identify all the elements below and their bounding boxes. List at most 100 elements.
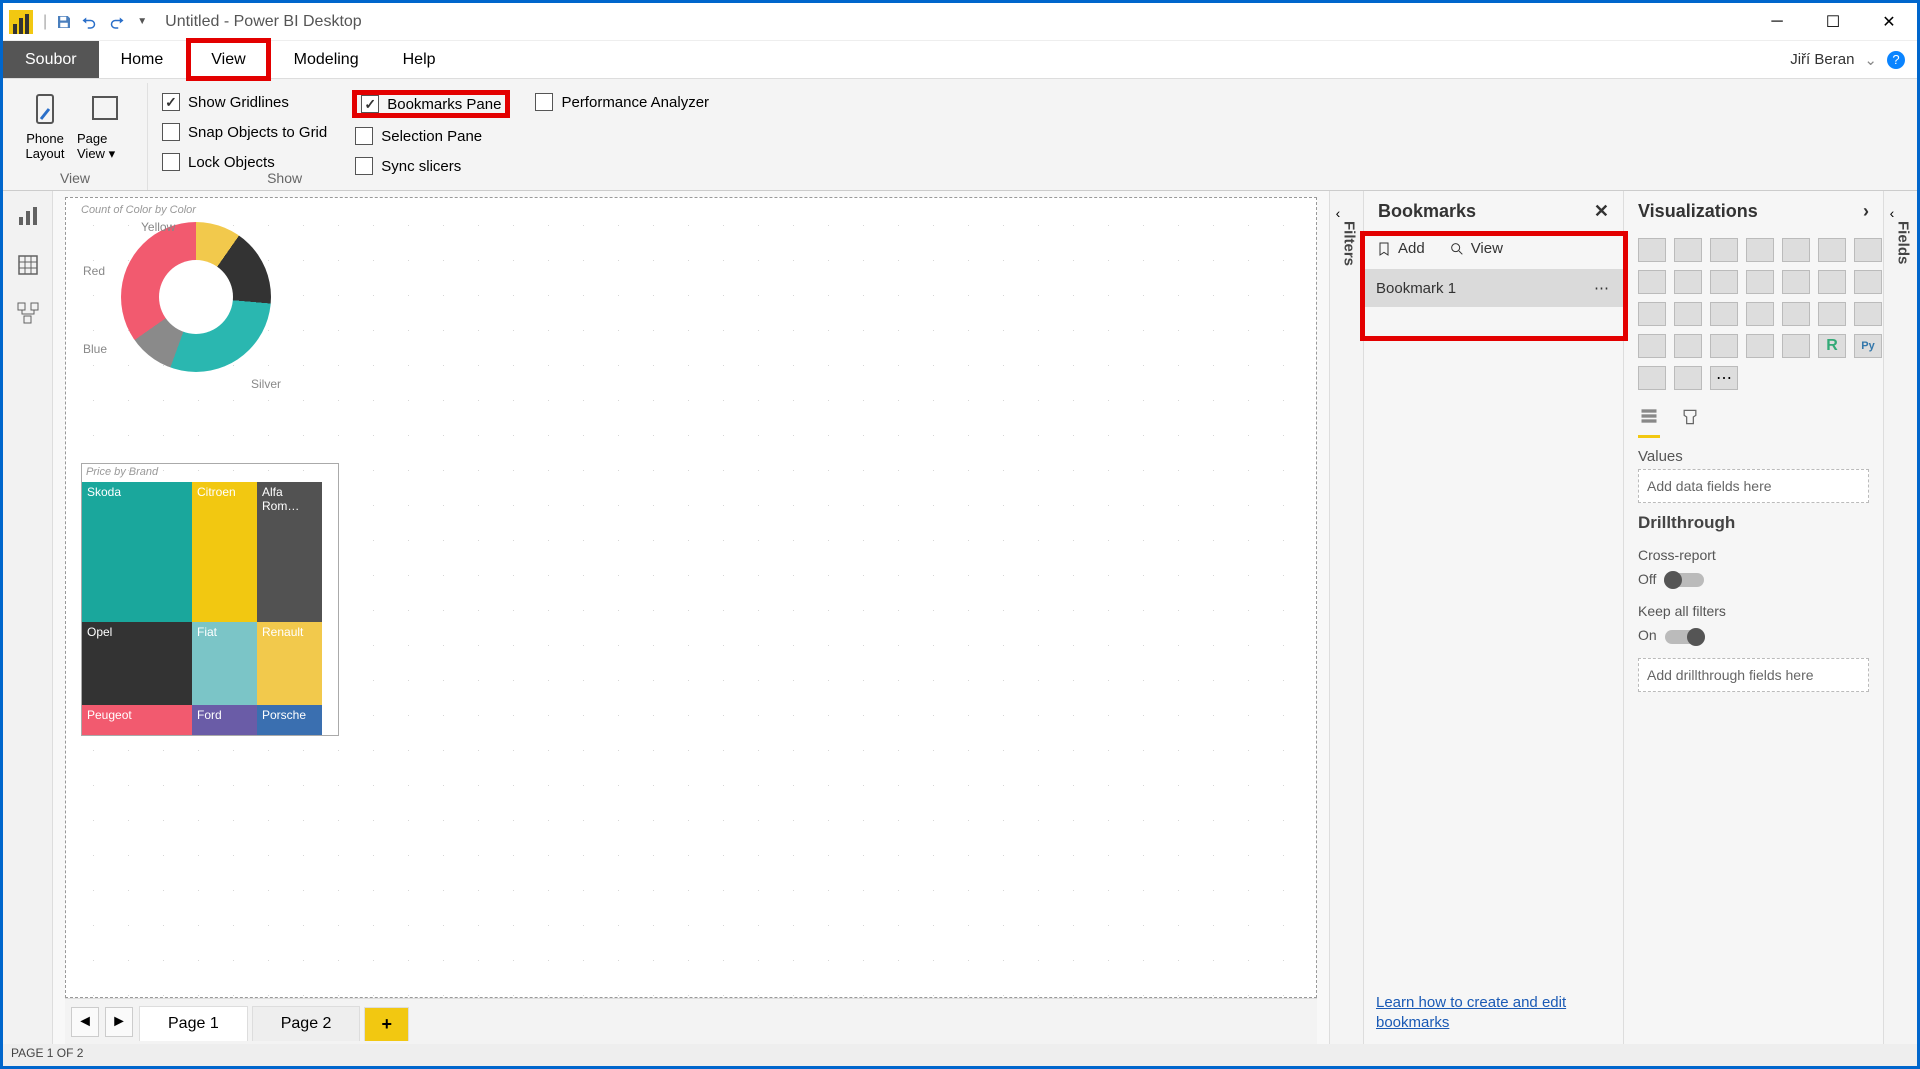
tree-cell[interactable]: Porsche: [257, 705, 322, 735]
format-tab-icon[interactable]: [1680, 406, 1700, 438]
viz-type-icon[interactable]: [1746, 238, 1774, 262]
more-icon[interactable]: ⋯: [1594, 279, 1611, 297]
viz-type-icon[interactable]: [1674, 366, 1702, 390]
chevron-down-icon[interactable]: ⌄: [1864, 51, 1877, 69]
menu-file[interactable]: Soubor: [3, 41, 99, 78]
group-show-label: Show: [228, 170, 341, 186]
viz-type-icon[interactable]: [1746, 334, 1774, 358]
label-red: Red: [83, 264, 105, 278]
report-view-icon[interactable]: [16, 205, 40, 229]
filters-label: Filters: [1340, 221, 1357, 266]
report-canvas[interactable]: Count of Color by Color Yellow Red Blue …: [65, 197, 1317, 998]
redo-icon[interactable]: [105, 11, 127, 33]
viz-type-icon[interactable]: [1638, 302, 1666, 326]
cross-report-label: Cross-report: [1638, 547, 1716, 563]
viz-type-icon[interactable]: [1710, 238, 1738, 262]
help-icon[interactable]: ?: [1887, 51, 1905, 69]
viz-type-icon[interactable]: [1854, 270, 1882, 294]
viz-type-icon[interactable]: [1854, 238, 1882, 262]
viz-type-icon[interactable]: [1710, 270, 1738, 294]
viz-type-icon[interactable]: [1674, 302, 1702, 326]
minimize-button[interactable]: ─: [1749, 3, 1805, 41]
menu-bar: Soubor Home View Modeling Help Jiří Bera…: [3, 41, 1917, 79]
qat-dropdown-icon[interactable]: ▼: [131, 11, 153, 33]
tree-cell[interactable]: Skoda: [82, 482, 192, 622]
viz-type-icon[interactable]: [1638, 334, 1666, 358]
save-icon[interactable]: [53, 11, 75, 33]
ribbon: Phone Layout Page View ▾ View Show Gridl…: [3, 79, 1917, 191]
tree-cell[interactable]: Fiat: [192, 622, 257, 705]
viz-type-icon[interactable]: [1818, 270, 1846, 294]
viz-type-icon[interactable]: [1818, 238, 1846, 262]
donut-chart[interactable]: Count of Color by Color Yellow Red Blue …: [81, 204, 351, 372]
values-field-well[interactable]: Add data fields here: [1638, 469, 1869, 503]
maximize-button[interactable]: ☐: [1805, 3, 1861, 41]
learn-bookmarks-link[interactable]: Learn how to create and edit bookmarks: [1364, 981, 1623, 1044]
viz-type-icon[interactable]: [1638, 270, 1666, 294]
keep-filters-toggle[interactable]: [1665, 630, 1705, 644]
cross-report-toggle[interactable]: [1664, 573, 1704, 587]
status-bar: PAGE 1 OF 2: [3, 1044, 1917, 1066]
label-blue: Blue: [83, 342, 107, 356]
bookmark-add-button[interactable]: Add: [1376, 240, 1425, 257]
viz-type-icon[interactable]: [1782, 302, 1810, 326]
tree-cell[interactable]: Renault: [257, 622, 322, 705]
viz-type-icon[interactable]: [1854, 302, 1882, 326]
more-visuals-icon[interactable]: ⋯: [1710, 366, 1738, 390]
viz-type-icon[interactable]: [1674, 238, 1702, 262]
filters-pane-collapsed[interactable]: ‹ Filters: [1329, 191, 1363, 1044]
menu-help[interactable]: Help: [381, 41, 458, 78]
page-tab-2[interactable]: Page 2: [252, 1006, 361, 1041]
py-visual-icon[interactable]: Py: [1854, 334, 1882, 358]
bookmark-item[interactable]: Bookmark 1 ⋯: [1364, 269, 1623, 307]
user-name[interactable]: Jiří Beran: [1790, 51, 1854, 68]
viz-type-icon[interactable]: [1710, 302, 1738, 326]
viz-type-icon[interactable]: [1638, 366, 1666, 390]
menu-home[interactable]: Home: [99, 41, 186, 78]
tree-cell[interactable]: Peugeot: [82, 705, 192, 735]
page-view-label: Page View ▾: [77, 131, 133, 162]
viz-type-icon[interactable]: [1782, 334, 1810, 358]
sync-slicers-checkbox[interactable]: Sync slicers: [355, 157, 507, 175]
menu-view[interactable]: View: [189, 41, 267, 78]
page-next-button[interactable]: ►: [105, 1007, 133, 1037]
close-button[interactable]: ✕: [1861, 3, 1917, 41]
viz-type-icon[interactable]: [1638, 238, 1666, 262]
viz-type-icon[interactable]: [1818, 302, 1846, 326]
menu-modeling[interactable]: Modeling: [272, 41, 381, 78]
tree-cell[interactable]: Ford: [192, 705, 257, 735]
undo-icon[interactable]: [79, 11, 101, 33]
performance-analyzer-checkbox[interactable]: Performance Analyzer: [535, 93, 709, 111]
tree-cell[interactable]: Citroen: [192, 482, 257, 622]
drillthrough-field-well[interactable]: Add drillthrough fields here: [1638, 658, 1869, 692]
viz-type-icon[interactable]: [1782, 238, 1810, 262]
page-tab-1[interactable]: Page 1: [139, 1006, 248, 1041]
r-visual-icon[interactable]: R: [1818, 334, 1846, 358]
snap-to-grid-checkbox[interactable]: Snap Objects to Grid: [162, 123, 327, 141]
model-view-icon[interactable]: [16, 301, 40, 325]
collapse-icon[interactable]: ›: [1863, 201, 1869, 222]
bookmarks-pane-checkbox[interactable]: Bookmarks Pane: [355, 93, 507, 115]
viz-type-icon[interactable]: [1674, 270, 1702, 294]
page-prev-button[interactable]: ◄: [71, 1007, 99, 1037]
viz-type-icon[interactable]: [1746, 302, 1774, 326]
bookmark-view-button[interactable]: View: [1449, 240, 1503, 257]
lock-objects-checkbox[interactable]: Lock Objects: [162, 153, 327, 171]
viz-type-icon[interactable]: [1674, 334, 1702, 358]
tree-cell[interactable]: Alfa Rom…: [257, 482, 322, 622]
viz-type-icon[interactable]: [1710, 334, 1738, 358]
close-icon[interactable]: ✕: [1594, 201, 1609, 222]
viz-type-icon[interactable]: [1782, 270, 1810, 294]
fields-tab-icon[interactable]: [1638, 406, 1660, 438]
values-label: Values: [1624, 438, 1883, 469]
bookmarks-title: Bookmarks: [1378, 201, 1476, 222]
data-view-icon[interactable]: [16, 253, 40, 277]
tree-cell[interactable]: Opel: [82, 622, 192, 705]
add-page-button[interactable]: +: [364, 1007, 409, 1041]
selection-pane-checkbox[interactable]: Selection Pane: [355, 127, 507, 145]
viz-type-icon[interactable]: [1746, 270, 1774, 294]
fields-pane-collapsed[interactable]: ‹ Fields: [1883, 191, 1917, 1044]
cross-report-value: Off: [1638, 571, 1656, 587]
show-gridlines-checkbox[interactable]: Show Gridlines: [162, 93, 327, 111]
treemap-chart[interactable]: Price by Brand Skoda Citroen Alfa Rom… O…: [81, 463, 339, 736]
